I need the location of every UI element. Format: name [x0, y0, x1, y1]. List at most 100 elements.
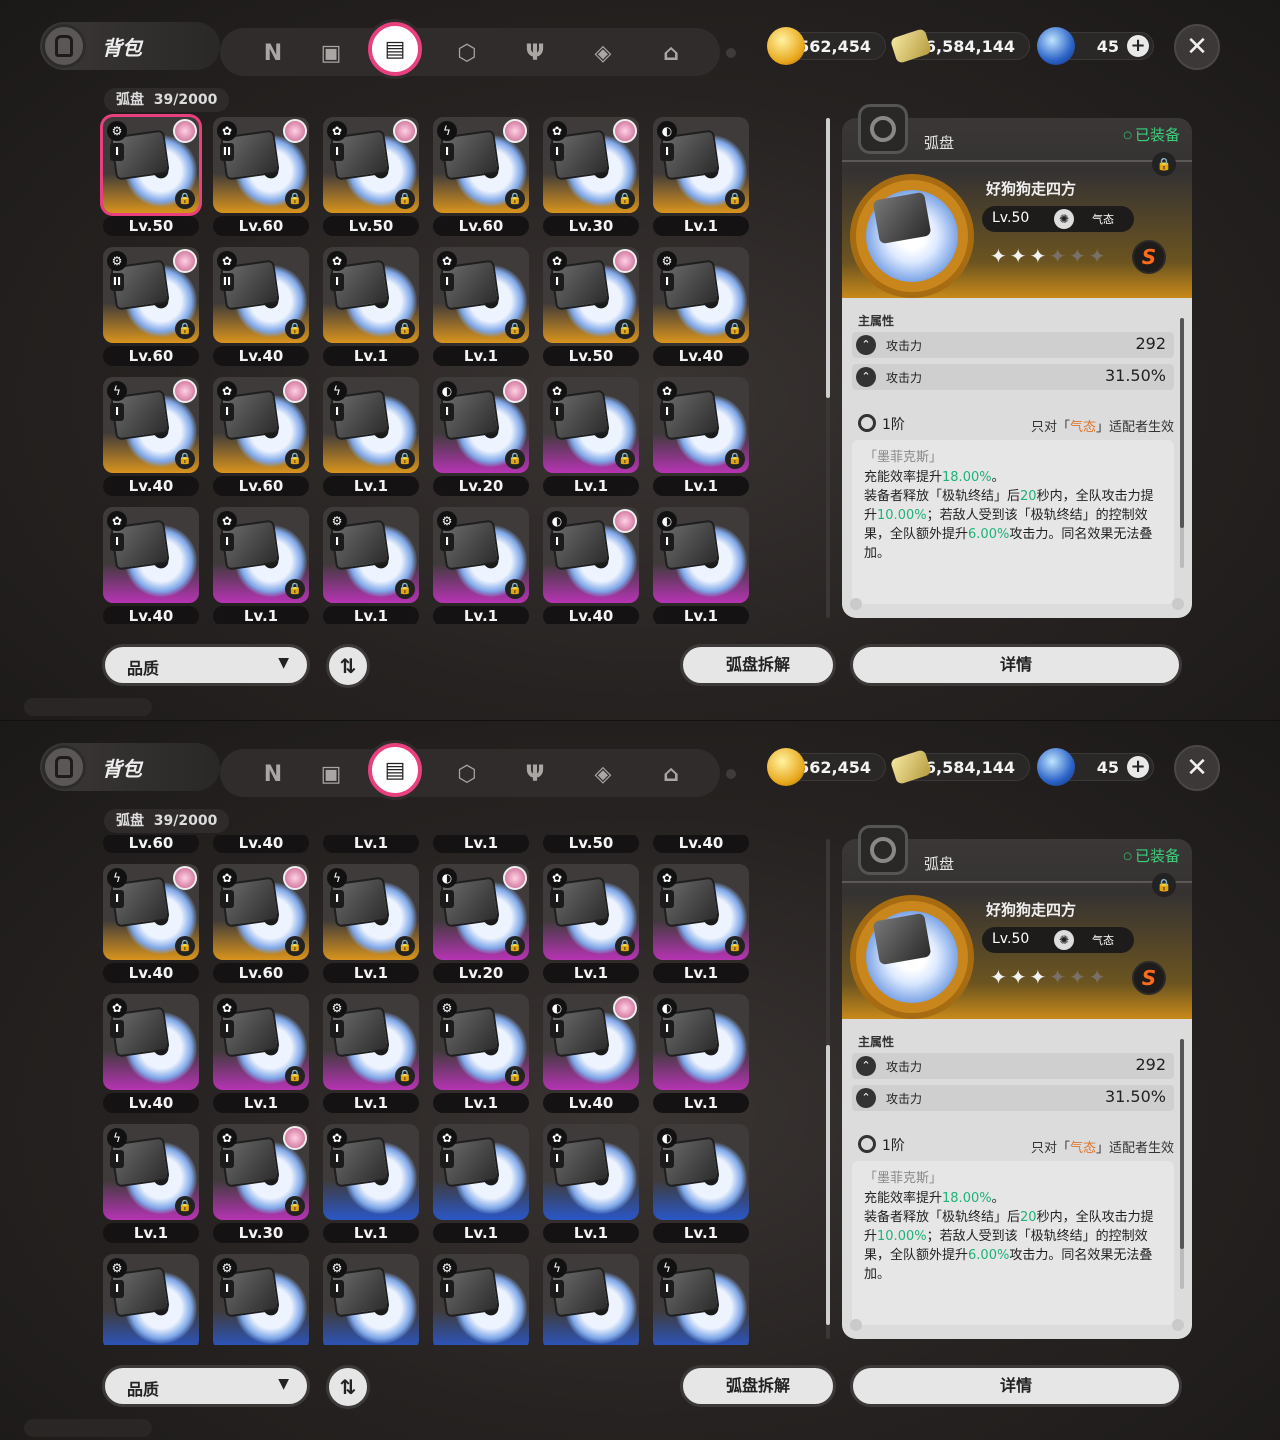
disc-item[interactable]: ⚙ I 🔒 Lv.1 [320, 991, 419, 1113]
disc-item[interactable]: ◐ I Lv.1 [650, 1121, 749, 1243]
disc-item[interactable]: ✿I🔒Lv.50 [540, 835, 639, 853]
disc-grid[interactable]: ⚙I🔒Lv.50✿II🔒Lv.60✿I🔒Lv.50ϟI🔒Lv.60✿I🔒Lv.3… [100, 114, 760, 624]
disc-item[interactable]: ✿I🔒Lv.50 [540, 244, 639, 366]
disc-card[interactable]: ◐ I 🔒 [433, 864, 529, 960]
disc-item[interactable]: ✿I🔒Lv.50 [320, 114, 419, 236]
disc-item[interactable]: ✿I🔒Lv.1 [320, 835, 419, 853]
disc-item[interactable]: ✿I🔒Lv.1 [650, 861, 749, 983]
disc-card[interactable]: ⚙ I [213, 1254, 309, 1345]
disc-card[interactable]: ✿ I 🔒 [323, 117, 419, 213]
disc-card[interactable]: ✿ I 🔒 [213, 507, 309, 603]
disc-item[interactable]: ✿ I Lv.40 [100, 991, 199, 1113]
disc-item[interactable]: ⚙I🔒Lv.40 [650, 835, 749, 853]
disc-card[interactable]: ⚙ I [433, 1254, 529, 1345]
drive-disc-icon[interactable]: ▤ [368, 743, 422, 797]
disc-card[interactable]: ✿ I 🔒 [543, 377, 639, 473]
disc-card[interactable]: ◐ I 🔒 [653, 117, 749, 213]
disc-item[interactable]: ✿ I 🔒 Lv.60 [210, 374, 309, 496]
agent-icon[interactable]: N [256, 757, 290, 791]
disc-item[interactable]: ⚙II🔒Lv.60 [100, 835, 199, 853]
disc-item[interactable]: ⚙ILv.1 [430, 1251, 529, 1345]
quality-filter-dropdown[interactable]: 品质 ▼ [102, 644, 310, 686]
disc-card[interactable]: ✿ I [103, 507, 199, 603]
disc-item[interactable]: ✿ I Lv.1 [320, 1121, 419, 1243]
disc-card[interactable]: ✿ I [543, 1124, 639, 1220]
disc-item[interactable]: ⚙ILv.1 [320, 1251, 419, 1345]
disc-item[interactable]: ϟILv.1 [540, 1251, 639, 1345]
disc-card[interactable]: ⚙ I 🔒 [323, 994, 419, 1090]
disc-item[interactable]: ϟ I 🔒 Lv.1 [320, 861, 419, 983]
disc-card[interactable]: ✿ I 🔒 [213, 994, 309, 1090]
disc-item[interactable]: ✿ I 🔒 Lv.30 [540, 114, 639, 236]
sort-order-button[interactable]: ⇅ [326, 1365, 370, 1409]
disc-card[interactable]: ✿ I 🔒 [653, 377, 749, 473]
add-polychrome-button[interactable]: + [1127, 35, 1149, 57]
disc-card[interactable]: ϟ I 🔒 [323, 864, 419, 960]
disc-card[interactable]: ϟ I 🔒 [103, 1124, 199, 1220]
home-icon[interactable]: ⌂ [654, 36, 688, 70]
disc-item[interactable]: ✿ I Lv.1 [430, 1121, 529, 1243]
disc-item[interactable]: ⚙ I 🔒 Lv.1 [430, 504, 529, 624]
disc-item[interactable]: ◐ I 🔒 Lv.20 [430, 374, 529, 496]
disc-item[interactable]: ◐ I 🔒 Lv.20 [430, 861, 529, 983]
dismantle-button[interactable]: 弧盘拆解 [680, 644, 836, 686]
disc-card[interactable]: ⚙ I [103, 1254, 199, 1345]
material-icon[interactable]: ◈ [586, 757, 620, 791]
disc-card[interactable]: ⚙ I 🔒 [103, 117, 199, 213]
disc-item[interactable]: ✿I🔒Lv.1 [650, 374, 749, 496]
disc-card[interactable]: ✿ I 🔒 [543, 247, 639, 343]
disc-card[interactable]: ⚙ I [323, 1254, 419, 1345]
home-icon[interactable]: ⌂ [654, 757, 688, 791]
disc-item[interactable]: ϟ I 🔒 Lv.60 [430, 114, 529, 236]
disc-card[interactable]: ⚙ I 🔒 [323, 507, 419, 603]
disc-item[interactable]: ✿ I Lv.1 [540, 1121, 639, 1243]
material-icon[interactable]: ◈ [586, 36, 620, 70]
disc-item[interactable]: ϟ I 🔒 Lv.40 [100, 861, 199, 983]
disc-card[interactable]: ✿ I 🔒 [213, 1124, 309, 1220]
box-icon[interactable]: ⬡ [450, 36, 484, 70]
disc-item[interactable]: ✿I🔒Lv.1 [430, 835, 529, 853]
disc-item[interactable]: ⚙I🔒Lv.40 [650, 244, 749, 366]
detail-scrollbar[interactable] [1180, 1039, 1184, 1289]
lock-icon[interactable]: 🔒 [1152, 152, 1176, 176]
disc-card[interactable]: ✿ I [323, 1124, 419, 1220]
disc-card[interactable]: ◐ I [543, 507, 639, 603]
box-icon[interactable]: ⬡ [450, 757, 484, 791]
close-button[interactable]: ✕ [1174, 745, 1220, 791]
grid-scrollbar-thumb[interactable] [826, 1045, 830, 1325]
disc-item[interactable]: ◐ I 🔒 Lv.1 [650, 114, 749, 236]
disc-item[interactable]: ⚙ILv.1 [210, 1251, 309, 1345]
add-polychrome-button[interactable]: + [1127, 756, 1149, 778]
disc-card[interactable]: ⚙ I 🔒 [433, 994, 529, 1090]
disc-card[interactable]: ✿ I [433, 1124, 529, 1220]
agent-icon[interactable]: N [256, 36, 290, 70]
disc-item[interactable]: ✿II🔒Lv.40 [210, 835, 309, 853]
disc-item[interactable]: ⚙ I 🔒 Lv.1 [430, 991, 529, 1113]
disc-item[interactable]: ϟ I 🔒 Lv.40 [100, 374, 199, 496]
grid-scrollbar[interactable] [826, 839, 830, 1339]
dismantle-button[interactable]: 弧盘拆解 [680, 1365, 836, 1407]
disc-item[interactable]: ✿ I 🔒 Lv.30 [210, 1121, 309, 1243]
disc-card[interactable]: ◐ I [653, 507, 749, 603]
disc-item[interactable]: ϟ I 🔒 Lv.1 [320, 374, 419, 496]
detail-scrollbar[interactable] [1180, 318, 1184, 568]
device-icon[interactable]: ▣ [314, 36, 348, 70]
disc-card[interactable]: ⚙ II 🔒 [103, 247, 199, 343]
disc-card[interactable]: ✿ I [103, 994, 199, 1090]
disc-card[interactable]: ◐ I [543, 994, 639, 1090]
disc-card[interactable]: ✿ I 🔒 [213, 864, 309, 960]
disc-item[interactable]: ✿II🔒Lv.40 [210, 244, 309, 366]
disc-item[interactable]: ✿I🔒Lv.1 [540, 861, 639, 983]
food-icon[interactable]: Ψ [518, 36, 552, 70]
disc-item[interactable]: ϟ I 🔒 Lv.1 [100, 1121, 199, 1243]
disc-item[interactable]: ◐ I Lv.1 [650, 991, 749, 1113]
disc-card[interactable]: ✿ II 🔒 [213, 117, 309, 213]
disc-item[interactable]: ✿I🔒Lv.1 [210, 504, 309, 624]
disc-item[interactable]: ✿I🔒Lv.1 [320, 244, 419, 366]
disc-item[interactable]: ◐ I Lv.40 [540, 991, 639, 1113]
disc-item[interactable]: ✿I🔒Lv.1 [430, 244, 529, 366]
disc-item[interactable]: ⚙II🔒Lv.60 [100, 244, 199, 366]
disc-item[interactable]: ✿ I Lv.40 [100, 504, 199, 624]
sort-order-button[interactable]: ⇅ [326, 644, 370, 688]
disc-grid[interactable]: ⚙I🔒Lv.50✿II🔒Lv.60✿I🔒Lv.50ϟI🔒Lv.60✿I🔒Lv.3… [100, 835, 760, 1345]
